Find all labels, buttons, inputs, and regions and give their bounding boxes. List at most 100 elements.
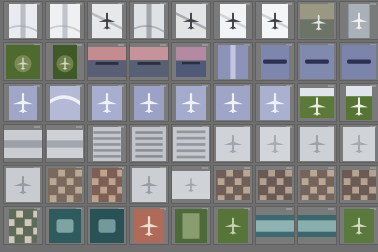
thumbnail-image [132,126,166,161]
gallery-thumbnail-cell[interactable] [45,206,85,245]
gallery-thumbnail-cell[interactable] [171,42,211,81]
thumbnail-image [300,3,334,38]
gallery-thumbnail-cell[interactable] [87,1,127,40]
gallery-thumbnail-cell[interactable] [339,124,378,163]
thumbnail-image [50,3,80,38]
thumbnail-image [346,85,372,120]
gallery-thumbnail-cell[interactable] [213,83,253,122]
more-icon[interactable] [328,208,334,210]
gallery-thumbnail-cell[interactable] [297,124,337,163]
gallery-thumbnail-cell[interactable] [129,1,169,40]
thumbnail-image [176,3,206,38]
gallery-thumbnail-cell[interactable] [87,165,127,204]
gallery-thumbnail-cell[interactable] [3,124,43,163]
thumbnail-image [218,208,248,243]
gallery-thumbnail-cell[interactable] [3,206,43,245]
gallery-thumbnail-cell[interactable] [171,124,211,163]
gallery-thumbnail-cell[interactable] [297,206,337,245]
gallery-thumbnail-cell[interactable] [3,83,43,122]
thumbnail-image [256,214,294,237]
thumbnail-image [176,46,206,77]
thumbnail-image [300,87,334,118]
thumbnail-image [260,85,290,120]
gallery-thumbnail-cell[interactable] [213,42,253,81]
gallery-thumbnail-cell[interactable] [255,165,295,204]
thumbnail-image [88,46,126,77]
gallery-thumbnail-cell[interactable] [171,1,211,40]
gallery-thumbnail-cell[interactable] [339,42,378,81]
gallery-thumbnail-cell[interactable] [129,165,169,204]
thumbnail-image [342,169,376,200]
more-icon[interactable] [370,3,376,5]
gallery-thumbnail-cell[interactable] [129,42,169,81]
gallery-thumbnail-cell[interactable] [213,1,253,40]
more-icon[interactable] [286,208,292,210]
gallery-thumbnail-cell[interactable] [129,206,169,245]
image-gallery-grid [0,0,378,252]
thumbnail-image [260,126,290,161]
thumbnail-image [9,85,37,120]
gallery-thumbnail-cell[interactable] [87,83,127,122]
gallery-thumbnail-cell[interactable] [45,1,85,40]
gallery-thumbnail-cell[interactable] [45,165,85,204]
gallery-thumbnail-cell[interactable] [87,206,127,245]
gallery-thumbnail-cell[interactable] [3,165,43,204]
more-icon[interactable] [34,126,40,128]
thumbnail-image [344,208,374,243]
thumbnail-image [48,167,82,202]
gallery-thumbnail-cell[interactable] [171,83,211,122]
thumbnail-image [134,208,164,243]
gallery-thumbnail-cell[interactable] [255,124,295,163]
gallery-thumbnail-cell[interactable] [171,206,211,245]
thumbnail-image [4,129,42,158]
thumbnail-image [49,208,81,243]
thumbnail-image [300,169,334,200]
thumbnail-image [300,126,334,161]
gallery-thumbnail-cell[interactable] [339,206,378,245]
gallery-thumbnail-cell[interactable] [3,42,43,81]
gallery-thumbnail-cell[interactable] [255,83,295,122]
thumbnail-image [50,85,80,120]
thumbnail-image [175,208,207,243]
gallery-thumbnail-cell[interactable] [255,42,295,81]
gallery-thumbnail-cell[interactable] [129,124,169,163]
thumbnail-image [47,129,83,158]
thumbnail-image [342,44,376,79]
gallery-thumbnail-cell[interactable] [45,42,85,81]
thumbnail-image [134,85,164,120]
gallery-thumbnail-cell[interactable] [297,1,337,40]
gallery-thumbnail-cell[interactable] [297,42,337,81]
thumbnail-image [176,85,206,120]
thumbnail-image [216,169,250,200]
thumbnail-image [261,44,289,79]
gallery-thumbnail-cell[interactable] [297,83,337,122]
gallery-thumbnail-cell[interactable] [339,83,378,122]
thumbnail-image [348,3,370,38]
gallery-thumbnail-cell[interactable] [171,165,211,204]
gallery-thumbnail-cell[interactable] [213,124,253,163]
gallery-thumbnail-cell[interactable] [297,165,337,204]
thumbnail-image [216,85,250,120]
gallery-thumbnail-cell[interactable] [213,165,253,204]
thumbnail-image [130,46,168,77]
gallery-thumbnail-cell[interactable] [87,124,127,163]
more-icon[interactable] [76,126,82,128]
gallery-thumbnail-cell[interactable] [213,206,253,245]
gallery-thumbnail-cell[interactable] [339,165,378,204]
gallery-thumbnail-cell[interactable] [255,206,295,245]
thumbnail-image [93,126,121,161]
gallery-thumbnail-cell[interactable] [45,83,85,122]
thumbnail-image [216,126,250,161]
gallery-thumbnail-cell[interactable] [129,83,169,122]
thumbnail-image [53,44,77,79]
gallery-thumbnail-cell[interactable] [255,1,295,40]
gallery-thumbnail-cell[interactable] [339,1,378,40]
more-icon[interactable] [202,167,208,169]
gallery-thumbnail-cell[interactable] [45,124,85,163]
thumbnail-image [90,208,124,243]
gallery-thumbnail-cell[interactable] [87,42,127,81]
thumbnail-image [134,3,164,38]
thumbnail-image [9,208,37,243]
gallery-thumbnail-cell[interactable] [3,1,43,40]
thumbnail-image [6,44,40,79]
